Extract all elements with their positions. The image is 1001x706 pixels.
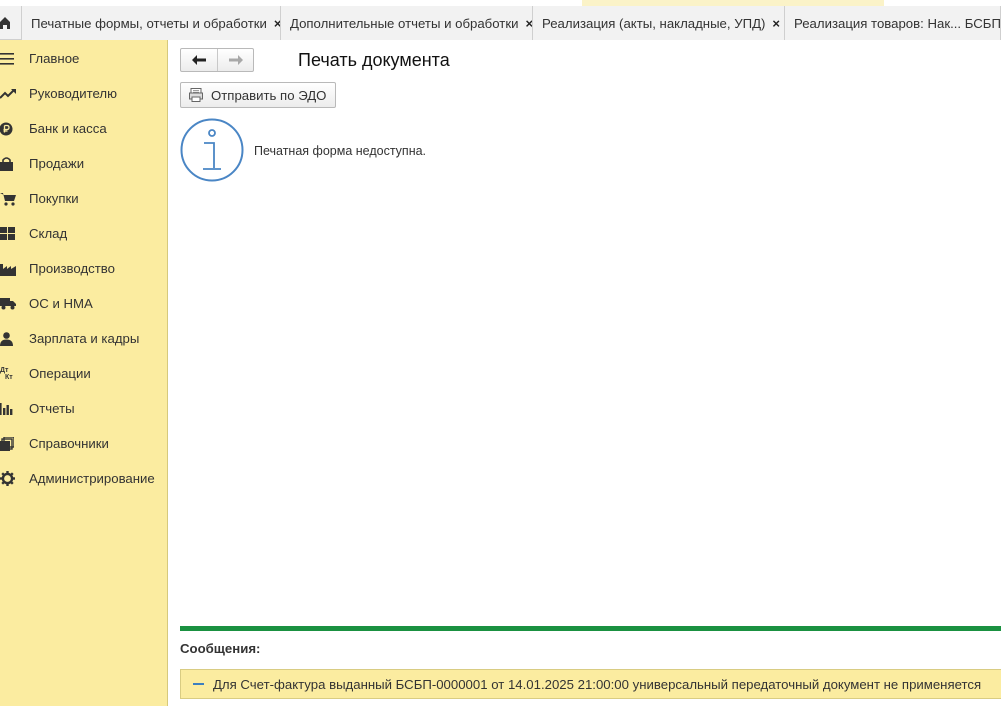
books-icon [0, 436, 16, 452]
sidebar-item-label: Банк и касса [29, 121, 107, 136]
sidebar-item-label: Продажи [29, 156, 85, 171]
edo-icon [189, 88, 203, 102]
sidebar-item-label: Отчеты [29, 401, 75, 416]
sidebar-item-label: ОС и НМА [29, 296, 93, 311]
message-dash-icon [193, 683, 204, 685]
shopping-bag-icon [0, 156, 16, 172]
tab-label: Дополнительные отчеты и обработки [290, 15, 519, 31]
sidebar-item-label: Руководителю [29, 86, 117, 101]
sidebar-item-directories[interactable]: Справочники [0, 426, 168, 461]
sidebar-item-label: Главное [29, 51, 80, 66]
sidebar-item-bank[interactable]: Банк и касса [0, 111, 168, 146]
sidebar-item-label: Покупки [29, 191, 79, 206]
sidebar-item-label: Операции [29, 366, 91, 381]
info-message: Печатная форма недоступна. [254, 144, 427, 158]
sidebar-item-reports[interactable]: Отчеты [0, 391, 168, 426]
close-icon[interactable]: × [525, 16, 532, 31]
sidebar-item-operations[interactable]: Дт Кт Операции [0, 356, 168, 391]
sidebar-item-production[interactable]: Производство [0, 251, 168, 286]
sidebar-item-label: Администрирование [29, 471, 155, 486]
sidebar-item-purchases[interactable]: Покупки [0, 181, 168, 216]
send-edo-label: Отправить по ЭДО [211, 87, 327, 103]
sidebar-item-fixed-assets[interactable]: ОС и НМА [0, 286, 168, 321]
sidebar-item-administration[interactable]: Администрирование [0, 461, 168, 496]
messages-title: Сообщения: [180, 641, 261, 656]
bar-chart-icon [0, 401, 16, 417]
tab-label: Реализация (акты, накладные, УПД) [542, 15, 766, 31]
menu-icon [0, 51, 16, 67]
sidebar-item-warehouse[interactable]: Склад [0, 216, 168, 251]
close-icon[interactable]: × [772, 16, 780, 31]
info-icon [180, 118, 244, 182]
message-row[interactable]: Для Счет-фактура выданный БСБП-0000001 о… [180, 669, 1001, 699]
sidebar-item-salary[interactable]: Зарплата и кадры [0, 321, 168, 356]
page-title: Печать документа [298, 50, 450, 70]
sidebar-item-main[interactable]: Главное [0, 41, 168, 76]
tab-print-forms[interactable]: Печатные формы, отчеты и обработки × [22, 6, 281, 40]
home-tab[interactable] [0, 6, 22, 40]
tab-label: Реализация товаров: Нак... БСБП-0 [794, 15, 1001, 31]
sidebar-item-sales[interactable]: Продажи [0, 146, 168, 181]
history-nav [180, 48, 254, 72]
close-icon[interactable]: × [274, 16, 280, 31]
arrow-left-icon [192, 55, 206, 65]
send-edo-button[interactable]: Отправить по ЭДО [180, 82, 336, 108]
message-text: Для Счет-фактура выданный БСБП-0000001 о… [213, 676, 982, 692]
messages-divider [180, 626, 1001, 631]
gear-icon [0, 471, 16, 487]
home-icon [0, 17, 10, 29]
tab-sales-list[interactable]: Реализация (акты, накладные, УПД) × [533, 6, 785, 40]
trend-icon [0, 86, 16, 102]
sidebar-item-director[interactable]: Руководителю [0, 76, 168, 111]
sidebar-item-label: Производство [29, 261, 115, 276]
person-icon [0, 331, 16, 347]
ruble-icon [0, 121, 16, 137]
sidebar-item-label: Склад [29, 226, 68, 241]
warehouse-icon [0, 226, 16, 242]
sidebar-item-label: Зарплата и кадры [29, 331, 140, 346]
sidebar: Главное Руководителю Банк и касса Продаж… [0, 40, 168, 706]
forward-button[interactable] [217, 49, 253, 71]
dt-kt-icon: Дт Кт [0, 367, 13, 381]
arrow-right-icon [228, 55, 243, 65]
truck-icon [0, 296, 16, 312]
tab-bar: Печатные формы, отчеты и обработки × Доп… [0, 6, 1001, 40]
tab-additional-reports[interactable]: Дополнительные отчеты и обработки × [281, 6, 533, 40]
factory-icon [0, 261, 16, 277]
tab-sales-document[interactable]: Реализация товаров: Нак... БСБП-0 [785, 6, 1001, 40]
back-button[interactable] [181, 49, 217, 71]
sidebar-item-label: Справочники [29, 436, 109, 451]
cart-icon [0, 191, 16, 207]
tab-label: Печатные формы, отчеты и обработки [31, 15, 267, 31]
